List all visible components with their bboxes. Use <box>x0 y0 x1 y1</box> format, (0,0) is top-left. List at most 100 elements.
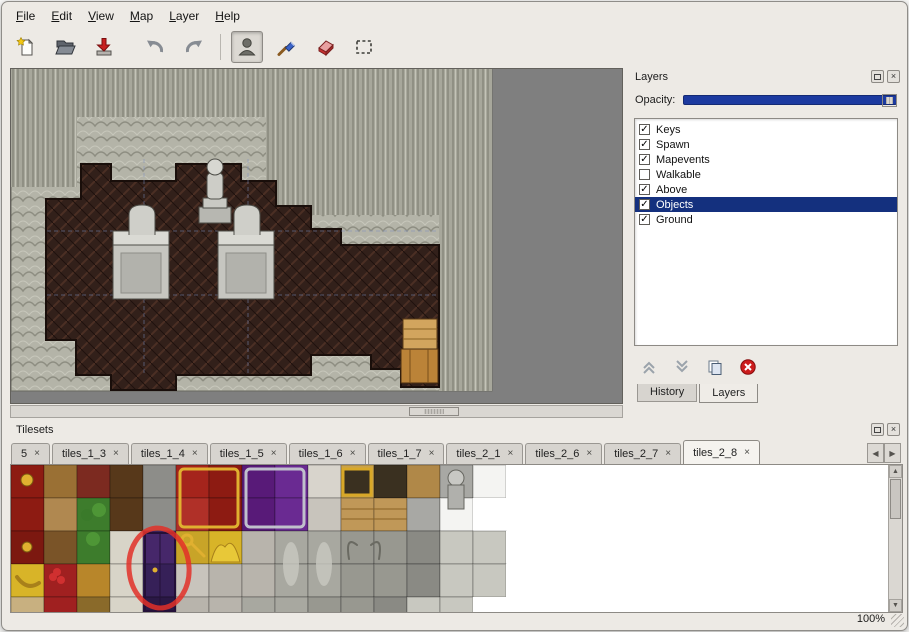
layer-row-ground[interactable]: ✓Ground <box>635 212 897 227</box>
map-canvas[interactable] <box>10 68 623 404</box>
tileset-tab-tiles_1_4[interactable]: tiles_1_4 × <box>131 443 208 464</box>
tab-scroll-right-button[interactable]: ▶ <box>884 443 901 463</box>
duplicate-layer-button[interactable] <box>705 357 725 377</box>
chevron-down-icon <box>673 358 691 376</box>
duplicate-icon <box>706 358 724 376</box>
opacity-slider-handle[interactable] <box>882 94 897 107</box>
layer-visibility-checkbox[interactable]: ✓ <box>639 139 650 150</box>
tab-close-icon[interactable]: × <box>744 448 750 458</box>
layer-row-above[interactable]: ✓Above <box>635 182 897 197</box>
panel-tab-history[interactable]: History <box>637 384 697 402</box>
layer-row-spawn[interactable]: ✓ Spawn <box>635 137 897 152</box>
undo-icon <box>144 36 166 58</box>
menu-item-view[interactable]: View <box>80 7 122 25</box>
float-panel-button[interactable] <box>871 423 884 436</box>
layer-actions <box>639 356 758 378</box>
tab-scroll-left-button[interactable]: ◀ <box>867 443 884 463</box>
tileset-tab-tiles_2_7[interactable]: tiles_2_7× <box>604 443 681 464</box>
menu-item-file[interactable]: File <box>8 7 43 25</box>
layers-panel: Layers × Opacity: ✓ Keys ✓ Spawn ✓ Mapevents W… <box>629 68 903 409</box>
app-window: FileEditViewMapLayerHelp <box>1 1 908 631</box>
close-panel-button[interactable]: × <box>887 70 900 83</box>
layer-visibility-checkbox[interactable]: ✓ <box>639 184 650 195</box>
tileset-tab-tiles_2_6[interactable]: tiles_2_6× <box>525 443 602 464</box>
delete-layer-button[interactable] <box>738 357 758 377</box>
select-tool-button[interactable] <box>348 31 380 63</box>
tab-close-icon[interactable]: × <box>34 449 40 459</box>
tileset-tab-label: tiles_1_4 <box>141 448 185 460</box>
tileset-tab-tiles_1_3[interactable]: tiles_1_3× <box>52 443 129 464</box>
layer-visibility-checkbox[interactable] <box>639 169 650 180</box>
move-layer-up-button[interactable] <box>639 357 659 377</box>
opacity-label: Opacity: <box>635 94 675 106</box>
map-horizontal-scrollbar[interactable] <box>10 405 623 418</box>
layer-row-walkable[interactable]: Walkable <box>635 167 897 182</box>
delete-icon <box>739 358 757 376</box>
tileset-tab-tiles_2_8[interactable]: tiles_2_8 × <box>683 440 760 464</box>
paint-brush-icon <box>275 36 297 58</box>
layer-visibility-checkbox[interactable]: ✓ <box>639 199 650 210</box>
tileset-tab-label: tiles_2_8 <box>693 447 737 459</box>
tilesets-panel: Tilesets × 5×tiles_1_3×tiles_1_4×tiles_1… <box>10 421 903 614</box>
toolbar-separator <box>220 34 221 60</box>
layer-name: Keys <box>656 124 680 136</box>
tab-close-icon[interactable]: × <box>192 449 198 459</box>
open-button[interactable] <box>49 31 81 63</box>
tab-close-icon[interactable]: × <box>507 449 513 459</box>
tileset-tab-tiles_1_5[interactable]: tiles_1_5× <box>210 443 287 464</box>
move-layer-down-button[interactable] <box>672 357 692 377</box>
close-panel-button[interactable]: × <box>887 423 900 436</box>
tab-close-icon[interactable]: × <box>429 449 435 459</box>
layer-row-keys[interactable]: ✓ Keys <box>635 122 897 137</box>
tileset-tab-tiles_2_1[interactable]: tiles_2_1× <box>446 443 523 464</box>
arrow-up-icon: ▲ <box>892 468 899 475</box>
map-render <box>11 69 622 403</box>
tab-close-icon[interactable]: × <box>113 449 119 459</box>
scroll-up-button[interactable]: ▲ <box>889 465 902 478</box>
tab-close-icon[interactable]: × <box>586 449 592 459</box>
save-button[interactable] <box>88 31 120 63</box>
resize-grip[interactable] <box>891 614 904 627</box>
fill-tool-button[interactable] <box>270 31 302 63</box>
redo-icon <box>183 36 205 58</box>
tileset-tab-bar: 5×tiles_1_3×tiles_1_4×tiles_1_5×tiles_1_… <box>11 440 865 464</box>
layer-name: Mapevents <box>656 154 710 166</box>
tileset-tab-5[interactable]: 5× <box>11 443 50 464</box>
menu-item-help[interactable]: Help <box>207 7 248 25</box>
new-map-button[interactable] <box>10 31 42 63</box>
opacity-slider[interactable] <box>683 95 897 105</box>
tab-close-icon[interactable]: × <box>665 449 671 459</box>
horizontal-scrollbar-thumb[interactable] <box>409 407 459 416</box>
layer-row-objects[interactable]: ✓Objects <box>635 197 897 212</box>
float-panel-button[interactable] <box>871 70 884 83</box>
redo-button[interactable] <box>178 31 210 63</box>
tileset-tab-tiles_1_7[interactable]: tiles_1_7× <box>368 443 445 464</box>
layer-visibility-checkbox[interactable]: ✓ <box>639 214 650 225</box>
tab-close-icon[interactable]: × <box>350 449 356 459</box>
tab-close-icon[interactable]: × <box>271 449 277 459</box>
menu-item-map[interactable]: Map <box>122 7 161 25</box>
layer-name: Walkable <box>656 169 701 181</box>
map-viewport <box>10 68 623 418</box>
panel-tab-layers[interactable]: Layers <box>699 384 758 403</box>
layers-panel-title: Layers <box>635 71 668 83</box>
eraser-icon <box>314 36 336 58</box>
layer-visibility-checkbox[interactable]: ✓ <box>639 124 650 135</box>
eraser-tool-button[interactable] <box>309 31 341 63</box>
menu-item-edit[interactable]: Edit <box>43 7 80 25</box>
menu-bar: FileEditViewMapLayerHelp <box>8 5 248 26</box>
layer-visibility-checkbox[interactable]: ✓ <box>639 154 650 165</box>
scroll-down-button[interactable]: ▼ <box>889 599 902 612</box>
tileset-image[interactable] <box>11 465 539 613</box>
stamp-tool-button[interactable] <box>231 31 263 63</box>
new-file-icon <box>15 36 37 58</box>
menu-item-layer[interactable]: Layer <box>161 7 207 25</box>
tileset-content[interactable]: ▲ ▼ <box>10 464 903 613</box>
layer-row-mapevents[interactable]: ✓ Mapevents <box>635 152 897 167</box>
tileset-vertical-scrollbar[interactable]: ▲ ▼ <box>888 465 902 612</box>
toolbar <box>10 28 387 66</box>
undo-button[interactable] <box>139 31 171 63</box>
vertical-scrollbar-thumb[interactable] <box>890 479 901 519</box>
layer-name: Spawn <box>656 139 690 151</box>
tileset-tab-tiles_1_6[interactable]: tiles_1_6× <box>289 443 366 464</box>
